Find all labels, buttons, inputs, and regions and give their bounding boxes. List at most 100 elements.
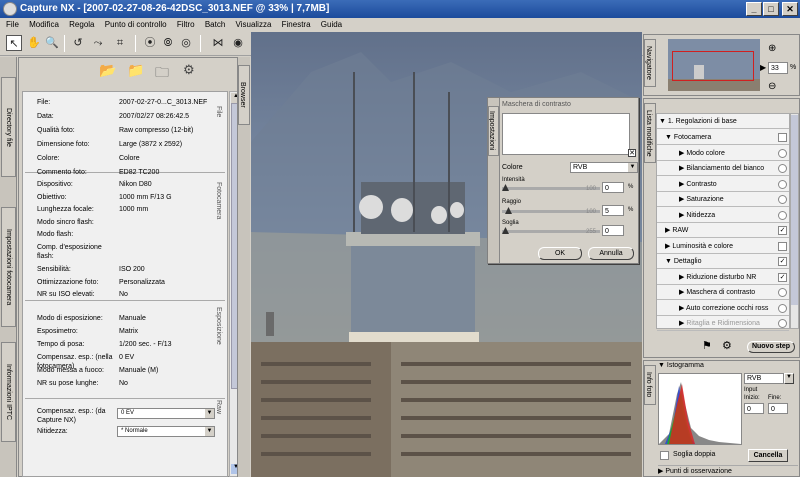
menu-guida[interactable]: Guida (317, 18, 346, 32)
item-checkbox[interactable]: ✓ (778, 257, 787, 266)
zoom-out-icon[interactable]: ⊖ (768, 81, 776, 92)
cancella-button[interactable]: Cancella (748, 449, 788, 462)
raw-comp-dropdown[interactable]: 0 EV ▼ (117, 408, 215, 419)
tab-impostazioni-fotocamera[interactable]: Impostazioni fotocamera (1, 207, 16, 327)
item-radio[interactable] (778, 164, 787, 173)
chevron-down-icon[interactable]: ▼ (657, 118, 666, 125)
edit-list-item[interactable]: ▶ Riduzione disturbo NR ✓ (657, 270, 789, 285)
minimize-button[interactable]: _ (746, 2, 762, 16)
gear-icon[interactable]: ⚙ (183, 62, 195, 78)
edit-list-item[interactable]: ▶ Modo colore (657, 146, 789, 161)
edit-list-item[interactable]: ▶ RAW ✓ (657, 223, 789, 238)
close-icon[interactable]: ✕ (628, 149, 636, 157)
colore-dropdown[interactable]: RVB ▼ (570, 162, 638, 173)
fine-input[interactable]: 0 (768, 403, 788, 414)
maximize-button[interactable]: □ (763, 2, 779, 16)
menu-file[interactable]: File (0, 18, 23, 32)
white-point-icon[interactable]: ⦾ (160, 35, 176, 51)
item-radio[interactable] (778, 303, 787, 313)
menu-punto-di-controllo[interactable]: Punto di controllo (101, 18, 171, 32)
black-point-icon[interactable]: ⦿ (142, 35, 158, 51)
edit-list-item[interactable]: ▶ Maschera di contrasto (657, 285, 789, 300)
chevron-down-icon[interactable]: ▼ (784, 373, 794, 384)
chevron-down-icon[interactable]: ▼ (205, 409, 214, 418)
edit-list-item[interactable]: ▶ Bilanciamento del bianco (657, 161, 789, 176)
item-radio[interactable] (778, 210, 787, 220)
folder-options-icon[interactable]: 🗀 (155, 62, 169, 86)
flag-icon[interactable]: ⚑ (702, 339, 712, 352)
zoom-arrow-icon[interactable]: ▶ (760, 63, 766, 72)
tab-directory-file[interactable]: Directory file (1, 77, 16, 177)
close-button[interactable]: ✕ (782, 2, 798, 16)
tab-impostazioni[interactable]: Impostazioni (488, 106, 499, 156)
chevron-right-icon[interactable]: ▶ (679, 305, 686, 312)
item-checkbox[interactable]: ✓ (778, 272, 787, 282)
scroll-thumb[interactable] (791, 115, 798, 305)
tab-info-foto[interactable]: Info foto (644, 365, 656, 405)
edit-list-item[interactable]: ▶ Luminosità e colore (657, 239, 789, 254)
neutral-point-icon[interactable]: ◎ (178, 35, 194, 51)
annulla-button[interactable]: Annulla (588, 247, 634, 260)
gear-icon[interactable]: ⚙ (722, 339, 732, 352)
notes-textarea[interactable] (502, 113, 630, 155)
tab-lista-modifiche[interactable]: Lista modifiche (644, 103, 656, 163)
edit-list-item[interactable]: ▶ Nitidezza (657, 208, 789, 223)
menu-regola[interactable]: Regola (65, 18, 98, 32)
edit-list-item[interactable]: ▶ Saturazione (657, 192, 789, 207)
histogram-channel-dropdown[interactable]: RVB (744, 373, 784, 384)
hand-tool-icon[interactable]: ✋ (26, 35, 42, 51)
histogram-graph[interactable] (658, 373, 742, 445)
menu-filtro[interactable]: Filtro (173, 18, 199, 32)
eye-icon[interactable]: ◉ (230, 35, 246, 51)
item-checkbox[interactable] (778, 241, 787, 251)
open-folder-icon[interactable]: 📂 (99, 62, 116, 79)
chevron-right-icon[interactable]: ▶ (658, 468, 663, 475)
item-radio[interactable] (778, 148, 787, 158)
nuovo-step-button[interactable]: Nuovo step (747, 341, 795, 353)
menu-finestra[interactable]: Finestra (278, 18, 315, 32)
zoom-input[interactable]: 33 (768, 62, 788, 74)
intensita-input[interactable]: 0 (602, 182, 624, 193)
rotate-icon[interactable]: ↺ (70, 35, 86, 51)
chevron-down-icon[interactable]: ▼ (665, 258, 674, 265)
chevron-down-icon[interactable]: ▼ (628, 163, 637, 172)
item-radio[interactable] (778, 319, 787, 328)
raggio-input[interactable]: 5 (602, 205, 624, 216)
tab-informazioni-iptc[interactable]: Informazioni IPTC (1, 342, 16, 442)
navigator-viewport[interactable] (672, 51, 754, 81)
navigator-thumbnail[interactable] (668, 39, 760, 91)
edit-list-item[interactable]: ▶ Ritaglia e Ridimensiona (657, 316, 789, 331)
edit-step-header[interactable]: ▼ 1. Regolazioni di base (657, 114, 789, 129)
item-checkbox[interactable]: ✓ (778, 226, 787, 235)
soglia-input[interactable]: 0 (602, 225, 624, 236)
edit-list-item[interactable]: ▶ Contrasto (657, 177, 789, 192)
soglia-doppia-checkbox[interactable] (660, 451, 669, 460)
sharp-dropdown[interactable]: * Normale ▼ (117, 426, 215, 437)
menu-batch[interactable]: Batch (201, 18, 229, 32)
item-radio[interactable] (778, 195, 787, 204)
direct-select-tool-icon[interactable]: ↖ (6, 35, 22, 51)
punti-header[interactable]: ▶ Punti di osservazione (658, 465, 798, 475)
chevron-down-icon[interactable]: ▼ (665, 134, 674, 141)
red-eye-icon[interactable]: ⋈ (210, 35, 226, 51)
tab-browser[interactable]: Browser (238, 65, 250, 125)
menu-modifica[interactable]: Modifica (25, 18, 63, 32)
edit-list-item[interactable]: ▼ Fotocamera (657, 130, 789, 145)
histogram-header[interactable]: ▼ Istogramma (658, 362, 704, 369)
straighten-icon[interactable]: ⤳ (90, 35, 106, 51)
edit-list-item[interactable]: ▼ Dettaglio ✓ (657, 254, 789, 269)
zoom-tool-icon[interactable]: 🔍 (44, 35, 60, 51)
tab-navigatore[interactable]: Navigatore (644, 39, 656, 87)
edit-list-item[interactable]: ▶ Auto correzione occhi ross (657, 301, 789, 316)
inizio-input[interactable]: 0 (744, 403, 764, 414)
chevron-down-icon[interactable]: ▼ (205, 427, 214, 436)
edit-list-scrollbar[interactable] (790, 113, 799, 329)
menu-visualizza[interactable]: Visualizza (232, 18, 276, 32)
item-radio[interactable] (778, 288, 787, 297)
chevron-down-icon[interactable]: ▼ (658, 362, 665, 369)
save-folder-icon[interactable]: 📁 (127, 62, 144, 79)
crop-icon[interactable]: ⌗ (112, 35, 128, 51)
item-checkbox[interactable] (778, 133, 787, 142)
item-radio[interactable] (778, 179, 787, 189)
zoom-in-icon[interactable]: ⊕ (768, 43, 776, 54)
